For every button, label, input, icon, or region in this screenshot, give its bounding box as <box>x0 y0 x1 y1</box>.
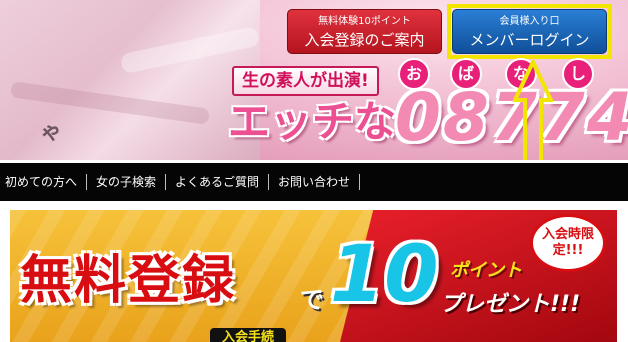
up-arrow-icon <box>513 60 553 160</box>
register-info-button[interactable]: 無料体験10ポイント 入会登録のご案内 <box>287 9 442 54</box>
site-header: ゃ 無料体験10ポイント 入会登録のご案内 会員様入り口 メンバーログイン 生の… <box>0 0 628 160</box>
banner-title: 無料登録 <box>20 251 237 311</box>
banner-particle: で <box>300 286 324 314</box>
nav-item-contact[interactable]: お問い合わせ <box>269 174 361 190</box>
free-registration-banner[interactable]: 無料登録 で 10 ポイント プレゼント!!! 入会時限定!!! 入会手続 <box>10 210 617 342</box>
logo-main-text[interactable]: エッチな <box>228 92 398 152</box>
login-highlight-box <box>447 4 612 59</box>
banner-sub-label: 入会手続 <box>210 328 287 342</box>
main-nav: 初めての方へ 女の子検索 よくあるご質問 お問い合わせ <box>0 163 628 201</box>
logo-number[interactable]: 08774 <box>395 80 628 156</box>
nav-item-faq[interactable]: よくあるご質問 <box>166 174 270 190</box>
limited-badge: 入会時限定!!! <box>530 214 606 272</box>
register-button-subtitle: 無料体験10ポイント <box>318 16 411 27</box>
banner-present-label: プレゼント!!! <box>440 292 581 317</box>
banner-point-label: ポイント <box>450 260 522 281</box>
nav-item-girl-search[interactable]: 女の子検索 <box>87 174 167 190</box>
header-photo <box>0 0 260 160</box>
banner-number: 10 <box>330 230 439 320</box>
register-button-label: 入会登録のご案内 <box>304 31 425 49</box>
nav-item-first-time[interactable]: 初めての方へ <box>0 174 88 190</box>
